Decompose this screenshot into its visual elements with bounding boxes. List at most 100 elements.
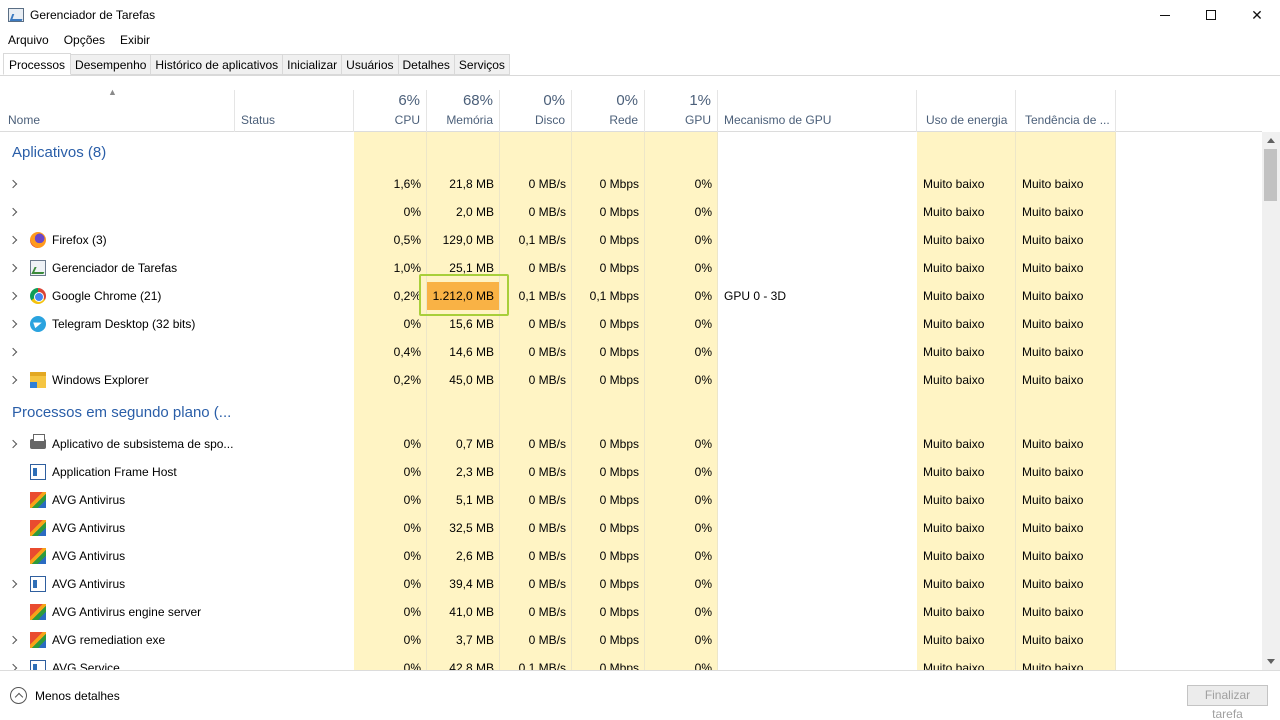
tab-desempenho[interactable]: Desempenho (71, 54, 152, 75)
expand-chevron-icon[interactable] (9, 254, 19, 282)
table-row[interactable]: 1,6% 21,8 MB 0 MB/s 0 Mbps 0% Muito baixo Muit… (0, 170, 1262, 198)
process-name: Application Frame Host (52, 465, 177, 479)
minimize-button[interactable] (1142, 0, 1188, 30)
memory-cell: 2,6 MB (455, 549, 494, 563)
tab-historico[interactable]: Histórico de aplicativos (151, 54, 284, 75)
network-cell: 0 Mbps (599, 493, 639, 507)
table-row[interactable]: Gerenciador de Tarefas 1,0% 25,1 MB 0 MB/s 0… (0, 254, 1262, 282)
expand-chevron-icon[interactable] (9, 570, 19, 598)
header-network[interactable]: 0% Rede (572, 90, 645, 132)
power-cell: Muito baixo (923, 261, 985, 275)
collapse-up-icon[interactable] (10, 687, 27, 704)
menu-opcoes[interactable]: Opções (56, 31, 112, 49)
title-bar: Gerenciador de Tarefas ✕ (0, 0, 1280, 30)
table-row[interactable]: AVG Service 0% 42,8 MB 0,1 MB/s 0 Mbps 0% Muit… (0, 654, 1262, 670)
end-task-button[interactable]: Finalizar tarefa (1187, 685, 1268, 720)
power-cell: Muito baixo (923, 605, 985, 619)
table-row[interactable]: AVG Antivirus 0% 32,5 MB 0 MB/s 0 Mbps 0% Muit… (0, 514, 1262, 542)
gpu-cell: 0% (694, 465, 712, 479)
scroll-up-arrow-icon[interactable] (1262, 132, 1280, 149)
scroll-thumb[interactable] (1264, 149, 1277, 201)
tab-usuarios[interactable]: Usuários (342, 54, 399, 75)
header-cpu[interactable]: 6% CPU (354, 90, 427, 132)
tab-processos[interactable]: Processos (3, 53, 72, 75)
disk-cell: 0 MB/s (528, 437, 566, 451)
power-trend-cell: Muito baixo (1022, 437, 1084, 451)
tab-servicos[interactable]: Serviços (454, 54, 510, 75)
process-name: AVG remediation exe (52, 633, 166, 647)
tab-detalhes[interactable]: Detalhes (398, 54, 455, 75)
header-name[interactable]: ▲ Nome (0, 87, 235, 132)
avg-icon (30, 548, 46, 564)
network-cell: 0 Mbps (599, 205, 639, 219)
expand-chevron-icon[interactable] (9, 198, 19, 226)
menu-arquivo[interactable]: Arquivo (0, 31, 56, 49)
header-memory[interactable]: 68% Memória (427, 90, 500, 132)
expand-chevron-icon[interactable] (9, 282, 19, 310)
expand-chevron-icon[interactable] (9, 430, 19, 458)
header-power[interactable]: Uso de energia (917, 90, 1016, 132)
header-gpu-engine[interactable]: Mecanismo de GPU (718, 90, 917, 132)
close-button[interactable]: ✕ (1234, 0, 1280, 30)
disk-cell: 0 MB/s (528, 261, 566, 275)
power-cell: Muito baixo (923, 577, 985, 591)
header-disk[interactable]: 0% Disco (500, 90, 572, 132)
menu-exibir[interactable]: Exibir (112, 31, 157, 49)
table-row[interactable]: Google Chrome (21) 0,2% 1.212,0 MB 0,1 MB/s… (0, 282, 1262, 310)
avg-icon (30, 520, 46, 536)
power-cell: Muito baixo (923, 373, 985, 387)
expand-chevron-icon[interactable] (9, 226, 19, 254)
power-trend-cell: Muito baixo (1022, 317, 1084, 331)
power-cell: Muito baixo (923, 233, 985, 247)
less-details-link[interactable]: Menos detalhes (35, 689, 120, 703)
gpu-cell: 0% (694, 549, 712, 563)
power-trend-cell: Muito baixo (1022, 465, 1084, 479)
expand-chevron-icon[interactable] (9, 626, 19, 654)
memory-cell: 14,6 MB (449, 345, 494, 359)
vertical-scrollbar[interactable] (1262, 132, 1280, 670)
tab-inicializar[interactable]: Inicializar (283, 54, 343, 75)
table-row[interactable]: Telegram Desktop (32 bits) 0% 15,6 MB 0 MB/… (0, 310, 1262, 338)
maximize-button[interactable] (1188, 0, 1234, 30)
task-manager-icon (8, 8, 24, 22)
power-cell: Muito baixo (923, 493, 985, 507)
expand-chevron-icon[interactable] (9, 338, 19, 366)
cpu-cell: 0,4% (393, 345, 421, 359)
expand-chevron-icon[interactable] (9, 170, 19, 198)
chrome-icon (30, 288, 46, 304)
table-row[interactable]: Application Frame Host 0% 2,3 MB 0 MB/s 0 Mb… (0, 458, 1262, 486)
table-row[interactable]: Firefox (3) 0,5% 129,0 MB 0,1 MB/s 0 Mbps 0% M… (0, 226, 1262, 254)
disk-cell: 0 MB/s (528, 605, 566, 619)
gpu-cell: 0% (694, 205, 712, 219)
header-gpu[interactable]: 1% GPU (645, 90, 718, 132)
header-status-label: Status (241, 113, 276, 127)
table-row[interactable]: 0,4% 14,6 MB 0 MB/s 0 Mbps 0% Muito baixo Muit… (0, 338, 1262, 366)
table-row[interactable]: Aplicativo de subsistema de spo... 0% 0,7 … (0, 430, 1262, 458)
table-row[interactable]: Windows Explorer 0,2% 45,0 MB 0 MB/s 0 Mbps 0… (0, 366, 1262, 394)
process-list: Aplicativos (8) Processos em segundo pla… (0, 132, 1262, 670)
table-row[interactable]: AVG Antivirus 0% 39,4 MB 0 MB/s 0 Mbps 0% Muit… (0, 570, 1262, 598)
table-row[interactable]: AVG Antivirus 0% 5,1 MB 0 MB/s 0 Mbps 0% Muito… (0, 486, 1262, 514)
disk-cell: 0,1 MB/s (518, 233, 566, 247)
memory-cell: 32,5 MB (449, 521, 494, 535)
expand-chevron-icon[interactable] (9, 366, 19, 394)
power-trend-cell: Muito baixo (1022, 345, 1084, 359)
header-status[interactable]: Status (235, 90, 354, 132)
expand-chevron-icon[interactable] (9, 310, 19, 338)
disk-cell: 0 MB/s (528, 177, 566, 191)
table-row[interactable]: 0% 2,0 MB 0 MB/s 0 Mbps 0% Muito baixo Muito b… (0, 198, 1262, 226)
power-cell: Muito baixo (923, 317, 985, 331)
gpu-cell: 0% (694, 661, 712, 670)
expand-chevron-icon[interactable] (9, 654, 19, 670)
table-row[interactable]: AVG Antivirus 0% 2,6 MB 0 MB/s 0 Mbps 0% Muito… (0, 542, 1262, 570)
scroll-down-arrow-icon[interactable] (1262, 653, 1280, 670)
header-power-trend[interactable]: Tendência de ... (1016, 90, 1116, 132)
power-cell: Muito baixo (923, 177, 985, 191)
app-frame-icon (30, 660, 46, 670)
process-name: Firefox (3) (52, 233, 107, 247)
power-trend-cell: Muito baixo (1022, 233, 1084, 247)
section-apps-title: Aplicativos (8) (12, 144, 107, 161)
table-row[interactable]: AVG Antivirus engine server 0% 41,0 MB 0 MB… (0, 598, 1262, 626)
window-title: Gerenciador de Tarefas (30, 8, 156, 22)
table-row[interactable]: AVG remediation exe 0% 3,7 MB 0 MB/s 0 Mbps 0… (0, 626, 1262, 654)
